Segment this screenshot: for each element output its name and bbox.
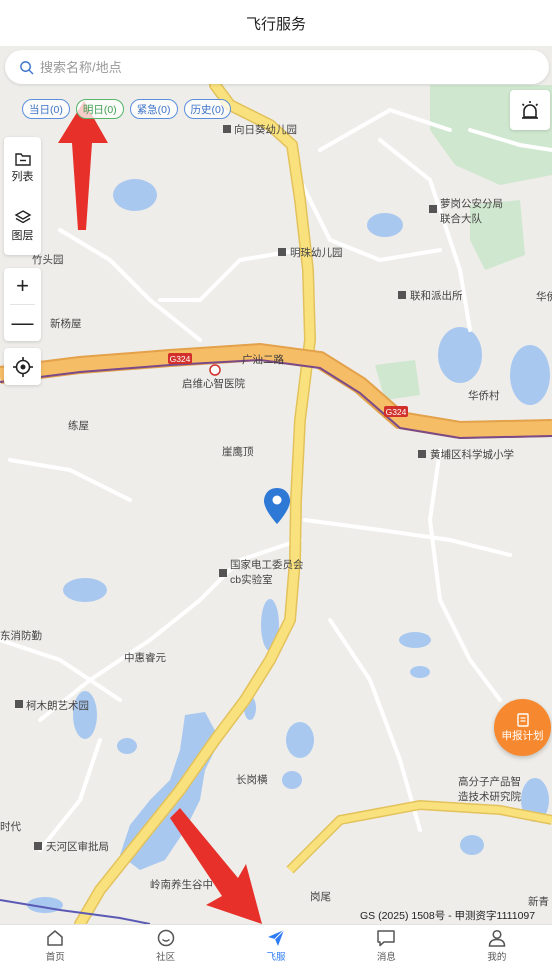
page-title: 飞行服务	[0, 0, 552, 46]
report-plan-button[interactable]: 申报计划	[494, 699, 551, 756]
poi-label: 联合大队	[440, 212, 482, 225]
alarm-button[interactable]	[510, 90, 550, 130]
layers-label: 图层	[11, 229, 34, 242]
locate-button[interactable]	[4, 348, 41, 385]
poi-label: 新杨屋	[50, 317, 82, 330]
map-attribution: GS (2025) 1508号 - 甲测资字1111097	[360, 910, 536, 922]
search-icon	[20, 60, 34, 74]
poi-label: 长岗横	[236, 773, 268, 786]
highway-shield: G324	[168, 353, 192, 364]
report-plan-label: 申报计划	[501, 730, 544, 742]
poi-label: 岗尾	[310, 891, 331, 903]
poi-label: 柯木朗艺术园	[26, 699, 89, 712]
map-canvas[interactable]: G324 G324 广汕二路 向日葵幼儿园 萝岗公安分局 联合大队 竹头园 明珠…	[0, 46, 552, 924]
poi-label: 华侨	[536, 290, 552, 303]
poi-label: 明珠幼儿园	[290, 246, 343, 259]
filter-chips: 当日(0) 明日(0) 紧急(0) 历史(0)	[22, 99, 232, 119]
bottom-tab-bar: 首页 社区 飞服 消息 我的	[0, 924, 552, 967]
layers-icon	[14, 209, 31, 223]
park-area	[470, 200, 525, 270]
poi-label: 华侨村	[468, 389, 500, 402]
list-layers-panel: 列表 图层	[4, 137, 41, 255]
tab-profile[interactable]: 我的	[442, 925, 552, 967]
filter-history[interactable]: 历史(0)	[183, 99, 232, 119]
paper-plane-icon	[268, 929, 285, 946]
highway-shield: G324	[384, 406, 408, 417]
location-pin-icon[interactable]	[264, 488, 290, 524]
user-icon	[488, 929, 506, 947]
map-view[interactable]: G324 G324 广汕二路 向日葵幼儿园 萝岗公安分局 联合大队 竹头园 明珠…	[0, 46, 552, 924]
poi-label: 时代	[0, 821, 21, 833]
document-icon	[516, 713, 529, 727]
poi-label: 练屋	[68, 419, 89, 432]
tab-messages[interactable]: 消息	[331, 925, 441, 967]
poi-label: 联和派出所	[410, 289, 463, 302]
search-input[interactable]	[40, 59, 500, 75]
poi-label: 造技术研究院	[458, 790, 521, 803]
poi-label: 天河区审批局	[46, 840, 109, 853]
tab-label: 消息	[376, 952, 396, 963]
tab-home[interactable]: 首页	[0, 925, 110, 967]
hospital-icon	[209, 364, 221, 376]
tab-community[interactable]: 社区	[110, 925, 220, 967]
poi-label: 中惠睿元	[124, 651, 166, 664]
filter-tomorrow[interactable]: 明日(0)	[75, 99, 124, 119]
home-icon	[47, 930, 63, 946]
tab-flight-service[interactable]: 飞服	[221, 925, 331, 967]
layers-button[interactable]: 图层	[4, 196, 41, 255]
tab-label: 飞服	[266, 952, 286, 963]
list-button[interactable]: 列表	[4, 137, 41, 196]
filter-today[interactable]: 当日(0)	[22, 99, 70, 119]
list-label: 列表	[11, 170, 34, 183]
poi-label: 岭南养生谷中	[150, 878, 213, 891]
poi-label: 东消防勤	[0, 629, 42, 642]
poi-label: 国家电工委员会	[230, 558, 304, 571]
folder-icon	[14, 152, 31, 166]
alarm-icon	[521, 101, 539, 119]
poi-label: 崖鹰顶	[222, 445, 254, 458]
rail-line	[0, 899, 151, 924]
chat-bubble-icon	[377, 930, 396, 947]
zoom-controls: + —	[4, 268, 41, 341]
svg-text:G324: G324	[170, 354, 191, 364]
svg-text:G324: G324	[386, 407, 407, 417]
poi-label: cb实验室	[230, 573, 273, 586]
search-bar[interactable]	[5, 50, 549, 84]
poi-label: 萝岗公安分局	[440, 197, 503, 210]
crosshair-icon	[12, 356, 33, 377]
annotation-arrow-down	[170, 808, 262, 924]
tab-label: 社区	[156, 952, 176, 963]
poi-label: 向日葵幼儿园	[234, 123, 297, 136]
zoom-out-button[interactable]: —	[4, 305, 41, 341]
poi-label: 黄埔区科学城小学	[430, 448, 514, 461]
tab-label: 我的	[487, 952, 507, 963]
poi-label: 高分子产品智	[458, 775, 521, 788]
poi-label: 启维心智医院	[182, 377, 245, 390]
annotation-arrow-up	[58, 101, 108, 230]
filter-urgent[interactable]: 紧急(0)	[129, 99, 178, 119]
poi-label: 新青	[528, 895, 549, 908]
smile-icon	[157, 929, 174, 947]
road-label: 广汕二路	[242, 353, 284, 366]
app-root: 飞行服务 G324 G324 广汕二路 向日葵幼儿园 萝岗公安分局 联合大队 竹…	[0, 0, 552, 967]
zoom-in-button[interactable]: +	[4, 268, 41, 304]
tab-label: 首页	[45, 952, 65, 963]
